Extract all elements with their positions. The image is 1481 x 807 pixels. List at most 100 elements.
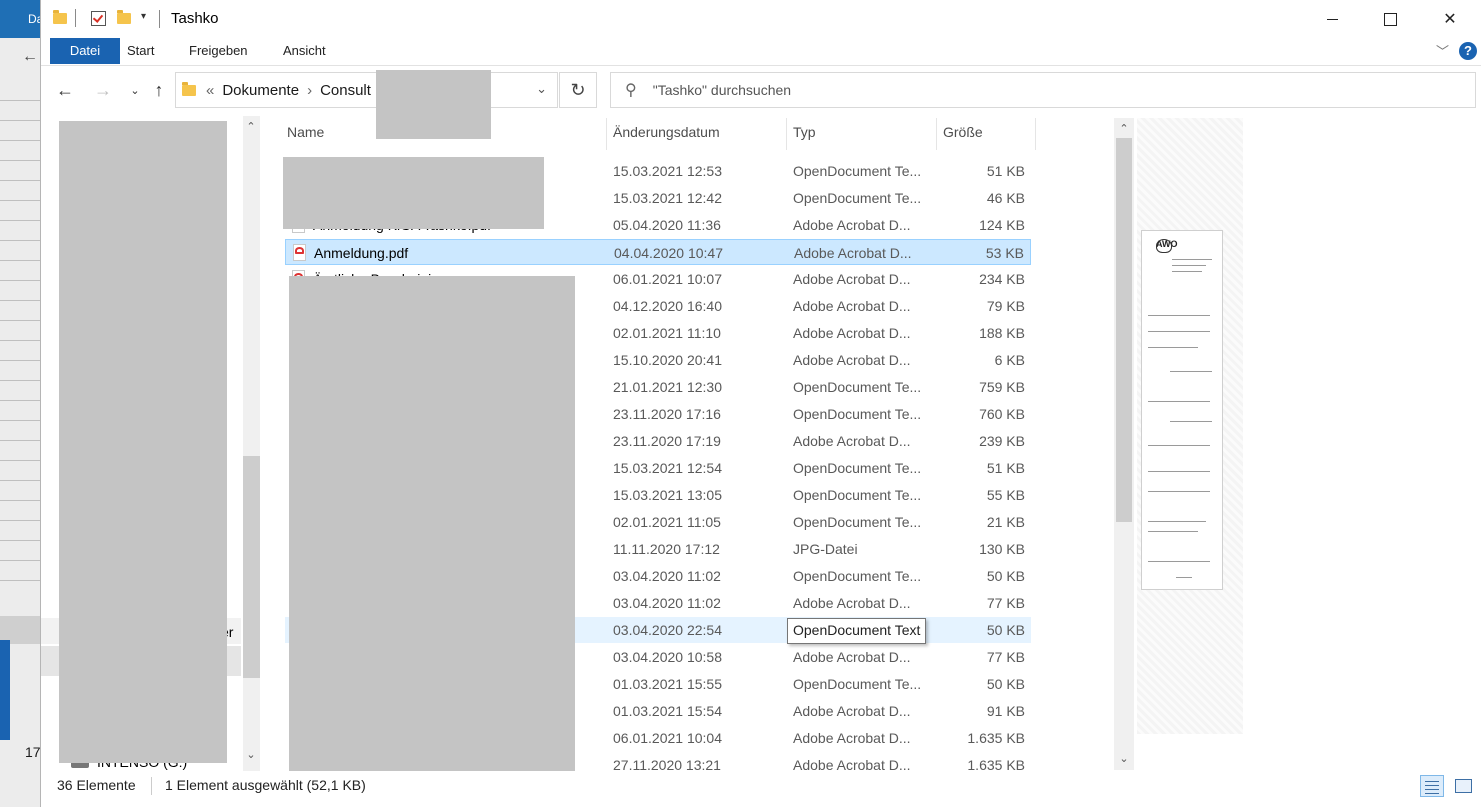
- redaction: [283, 157, 544, 229]
- file-date: 15.03.2021 12:42: [613, 190, 722, 206]
- recent-locations-icon[interactable]: ⌄: [123, 84, 147, 97]
- file-date: 23.11.2020 17:19: [613, 433, 721, 449]
- help-button[interactable]: ?: [1459, 42, 1477, 60]
- column-divider[interactable]: [1035, 118, 1036, 150]
- file-type: OpenDocument Te...: [793, 190, 922, 206]
- large-icons-view-button[interactable]: [1452, 775, 1474, 797]
- details-view-button[interactable]: [1420, 775, 1444, 797]
- file-size: 759 KB: [979, 379, 1025, 395]
- scroll-up-icon[interactable]: ⌃: [1114, 122, 1134, 135]
- breadcrumb-separator: ›: [307, 81, 313, 99]
- file-size: 91 KB: [986, 703, 1025, 719]
- close-icon: ✕: [1443, 11, 1457, 28]
- file-date: 15.03.2021 13:05: [613, 487, 722, 503]
- file-size: 239 KB: [979, 433, 1025, 449]
- column-header-size[interactable]: Größe: [943, 124, 983, 140]
- breadcrumb-consult[interactable]: Consult: [320, 82, 371, 99]
- type-tooltip: OpenDocument Text: [787, 618, 927, 644]
- status-bar: 36 Elemente 1 Element ausgewählt (52,1 K…: [41, 771, 1481, 801]
- toolbar-divider: [75, 9, 76, 27]
- file-type: OpenDocument Te...: [793, 406, 922, 422]
- file-size: 124 KB: [979, 217, 1025, 233]
- column-header-type[interactable]: Typ: [793, 124, 816, 140]
- up-button[interactable]: ↑: [147, 80, 171, 101]
- file-date: 05.04.2020 11:36: [613, 217, 721, 233]
- file-date: 03.04.2020 22:54: [613, 622, 722, 638]
- column-header-date[interactable]: Änderungsdatum: [613, 124, 720, 140]
- file-size: 6 KB: [994, 352, 1025, 368]
- column-header-name[interactable]: Name: [287, 124, 324, 140]
- refresh-icon: ↻: [570, 80, 586, 100]
- tab-ansicht[interactable]: Ansicht: [267, 38, 342, 64]
- file-size: 50 KB: [986, 568, 1025, 584]
- nav-scroll-up-icon[interactable]: ⌃: [241, 120, 261, 133]
- background-back-arrow-icon: ←: [22, 48, 38, 65]
- file-date: 03.04.2020 10:58: [613, 649, 722, 665]
- file-type: Adobe Acrobat D...: [793, 730, 911, 746]
- search-input[interactable]: ⚲ "Tashko" durchsuchen: [610, 72, 1476, 108]
- file-type: Adobe Acrobat D...: [793, 352, 911, 368]
- file-date: 21.01.2021 12:30: [613, 379, 722, 395]
- file-size: 130 KB: [979, 541, 1025, 557]
- maximize-button[interactable]: [1361, 0, 1419, 38]
- file-type: Adobe Acrobat D...: [793, 433, 911, 449]
- file-list-scrollbar-thumb[interactable]: [1116, 138, 1132, 522]
- document-preview: AWO: [1141, 230, 1223, 590]
- pdf-file-icon: [293, 244, 306, 261]
- tab-datei[interactable]: Datei: [50, 38, 120, 64]
- file-type: OpenDocument Te...: [793, 676, 922, 692]
- search-icon: ⚲: [625, 82, 637, 99]
- new-folder-icon[interactable]: [117, 10, 133, 26]
- file-date: 03.04.2020 11:02: [613, 568, 721, 584]
- column-divider[interactable]: [786, 118, 787, 150]
- nav-scrollbar-thumb[interactable]: [243, 456, 260, 678]
- file-size: 46 KB: [986, 190, 1025, 206]
- file-type: Adobe Acrobat D...: [793, 217, 911, 233]
- address-dropdown-icon[interactable]: ⌄: [536, 81, 547, 97]
- background-text-fragment: 17: [25, 744, 41, 760]
- tab-freigeben[interactable]: Freigeben: [173, 38, 264, 64]
- redaction: [289, 276, 575, 780]
- address-bar[interactable]: « Dokumente › Consult ⌄: [175, 72, 558, 108]
- explorer-window: ▾ Tashko ✕ Datei Start Freigeben Ansicht…: [40, 0, 1481, 807]
- folder-icon: [182, 81, 196, 96]
- scroll-down-icon[interactable]: ⌄: [1114, 752, 1134, 765]
- expand-ribbon-chevron-icon[interactable]: ﹀: [1436, 41, 1449, 60]
- address-row: ← → ⌄ ↑ « Dokumente › Consult ⌄ ↻ ⚲ "Tas…: [41, 66, 1481, 116]
- close-button[interactable]: ✕: [1421, 0, 1479, 38]
- back-button[interactable]: ←: [53, 80, 77, 101]
- file-row[interactable]: Anmeldung.pdf 04.04.2020 10:47 Adobe Acrob…: [285, 239, 1031, 265]
- properties-checkbox-icon[interactable]: [91, 10, 107, 26]
- preview-pane: AWO: [1137, 118, 1243, 734]
- file-type: OpenDocument Te...: [793, 379, 922, 395]
- file-type: Adobe Acrobat D...: [793, 271, 911, 287]
- forward-button[interactable]: →: [91, 80, 115, 101]
- file-date: 15.03.2021 12:53: [613, 163, 722, 179]
- quick-access-dropdown-icon[interactable]: ▾: [141, 11, 146, 22]
- tab-start[interactable]: Start: [111, 38, 170, 64]
- file-type: Adobe Acrobat D...: [793, 595, 911, 611]
- file-date: 23.11.2020 17:16: [613, 406, 721, 422]
- selection-info: 1 Element ausgewählt (52,1 KB): [165, 777, 366, 793]
- search-placeholder: "Tashko" durchsuchen: [652, 82, 792, 98]
- heart-logo-icon: [1156, 239, 1172, 253]
- file-date: 15.03.2021 12:54: [613, 460, 722, 476]
- breadcrumb-overflow[interactable]: «: [206, 82, 214, 99]
- file-date: 03.04.2020 11:02: [613, 595, 721, 611]
- file-size: 188 KB: [979, 325, 1025, 341]
- minimize-button[interactable]: [1303, 0, 1361, 38]
- maximize-icon: [1383, 12, 1397, 26]
- file-date: 06.01.2021 10:04: [613, 730, 722, 746]
- column-divider[interactable]: [606, 118, 607, 150]
- column-divider[interactable]: [936, 118, 937, 150]
- file-date: 04.12.2020 16:40: [613, 298, 722, 314]
- file-date: 01.03.2021 15:54: [613, 703, 722, 719]
- file-type: OpenDocument Te...: [793, 460, 922, 476]
- breadcrumb-dokumente[interactable]: Dokumente: [222, 82, 299, 99]
- title-divider: [159, 10, 160, 28]
- minimize-icon: [1326, 18, 1338, 20]
- refresh-button[interactable]: ↻: [559, 72, 597, 108]
- status-divider: [151, 777, 152, 795]
- nav-scroll-down-icon[interactable]: ⌄: [241, 748, 261, 761]
- file-size: 55 KB: [986, 487, 1025, 503]
